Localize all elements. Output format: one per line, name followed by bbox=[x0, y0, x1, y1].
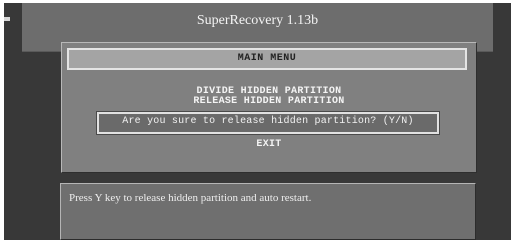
menu-item-exit[interactable]: EXIT bbox=[62, 140, 476, 150]
menu-header: MAIN MENU bbox=[67, 48, 467, 70]
main-menu-panel: MAIN MENU DIVIDE HIDDEN PARTITION RELEAS… bbox=[61, 42, 477, 173]
bios-screen: SuperRecovery 1.13b MAIN MENU DIVIDE HID… bbox=[4, 3, 511, 240]
status-panel: Press Y key to release hidden partition … bbox=[60, 183, 476, 240]
confirm-prompt: Are you sure to release hidden partition… bbox=[122, 116, 414, 127]
confirm-dialog[interactable]: Are you sure to release hidden partition… bbox=[96, 111, 440, 135]
screen-edge-marker bbox=[4, 17, 10, 21]
status-message: Press Y key to release hidden partition … bbox=[69, 192, 312, 204]
menu-item-release-hidden-partition[interactable]: RELEASE HIDDEN PARTITION bbox=[62, 97, 476, 107]
app-title: SuperRecovery 1.13b bbox=[196, 13, 319, 28]
